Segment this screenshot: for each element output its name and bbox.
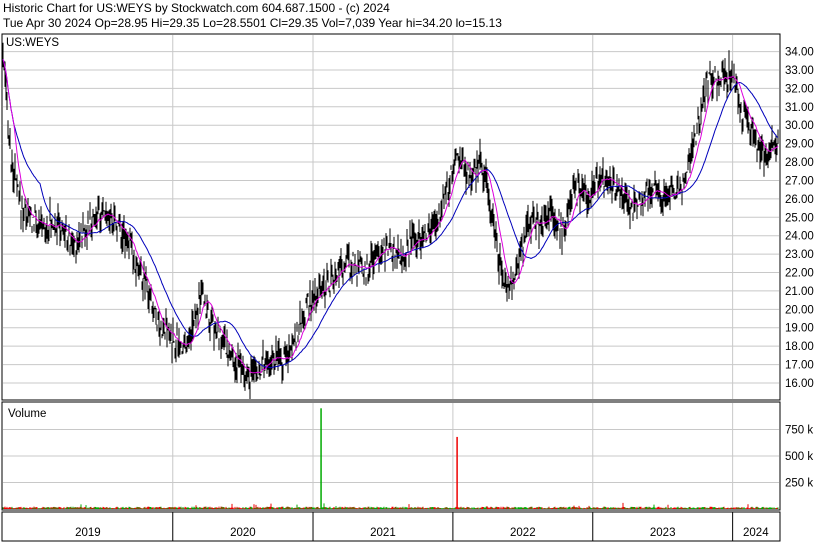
price-tick-label: 27.00: [785, 175, 814, 187]
year-label: 2019: [75, 527, 101, 539]
price-tick-label: 17.00: [785, 360, 814, 372]
quote-summary: Tue Apr 30 2024 Op=28.95 Hi=29.35 Lo=28.…: [3, 16, 502, 30]
price-tick-label: 30.00: [785, 120, 814, 132]
year-label: 2022: [510, 527, 536, 539]
year-label: 2024: [743, 527, 769, 539]
volume-tick-label: 250 k: [785, 478, 813, 490]
price-tick-label: 34.00: [785, 47, 814, 59]
price-tick-label: 26.00: [785, 194, 814, 206]
volume-label: Volume: [8, 408, 46, 420]
price-tick-label: 31.00: [785, 102, 814, 114]
year-label: 2023: [650, 527, 676, 539]
price-tick-label: 23.00: [785, 249, 814, 261]
price-tick-label: 21.00: [785, 286, 814, 298]
symbol-label: US:WEYS: [6, 37, 59, 49]
volume-tick-label: 750 k: [785, 425, 813, 437]
price-tick-label: 32.00: [785, 83, 814, 95]
price-tick-label: 20.00: [785, 304, 814, 316]
price-tick-label: 29.00: [785, 139, 814, 151]
price-tick-label: 22.00: [785, 268, 814, 280]
volume-tick-label: 500 k: [785, 451, 813, 463]
year-label: 2020: [230, 527, 256, 539]
chart-title: Historic Chart for US:WEYS by Stockwatch…: [3, 1, 390, 15]
year-label: 2021: [370, 527, 396, 539]
price-tick-label: 33.00: [785, 65, 814, 77]
price-tick-label: 18.00: [785, 341, 814, 353]
volume-axis-labels: 750 k 500 k 250 k: [785, 425, 813, 490]
price-tick-label: 28.00: [785, 157, 814, 169]
price-tick-label: 25.00: [785, 212, 814, 224]
price-tick-label: 19.00: [785, 323, 814, 335]
price-tick-label: 16.00: [785, 378, 814, 390]
stock-chart: Historic Chart for US:WEYS by Stockwatch…: [0, 0, 830, 543]
price-tick-label: 24.00: [785, 231, 814, 243]
